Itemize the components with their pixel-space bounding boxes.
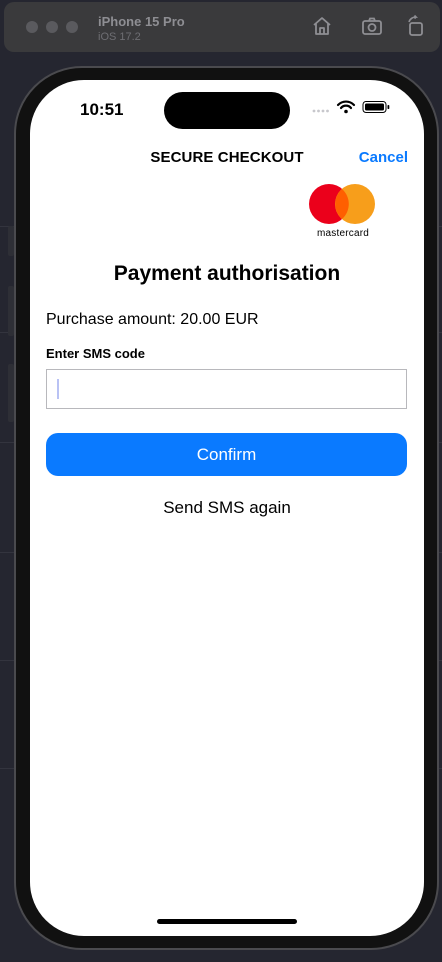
purchase-amount: Purchase amount: 20.00 EUR [46, 311, 259, 328]
rotate-icon[interactable] [404, 14, 428, 38]
home-indicator[interactable] [157, 919, 297, 924]
status-icons [312, 100, 390, 114]
confirm-button[interactable]: Confirm [46, 433, 407, 476]
close-window-button[interactable] [26, 21, 38, 33]
battery-icon [362, 101, 390, 113]
cellular-icon [312, 109, 329, 113]
os-version: iOS 17.2 [98, 31, 141, 43]
mastercard-wordmark: mastercard [316, 228, 369, 239]
device-name: iPhone 15 Pro [98, 14, 185, 29]
status-time: 10:51 [80, 100, 124, 119]
home-icon[interactable] [310, 14, 334, 38]
sms-code-label: Enter SMS code [46, 346, 145, 361]
screenshot-icon[interactable] [360, 14, 384, 38]
minimize-window-button[interactable] [46, 21, 58, 33]
wifi-icon [336, 100, 356, 114]
cancel-button[interactable]: Cancel [359, 149, 408, 166]
simulator-toolbar: iPhone 15 Pro iOS 17.2 [4, 2, 440, 52]
dynamic-island [164, 92, 290, 129]
phone-screen: 10:51 SECURE CHECKOUT Cancel mastercard … [30, 80, 424, 936]
payment-heading: Payment authorisation [113, 262, 341, 285]
text-cursor [57, 379, 59, 399]
send-sms-again-button[interactable]: Send SMS again [30, 498, 424, 518]
zoom-window-button[interactable] [66, 21, 78, 33]
sms-code-input[interactable] [46, 369, 407, 409]
